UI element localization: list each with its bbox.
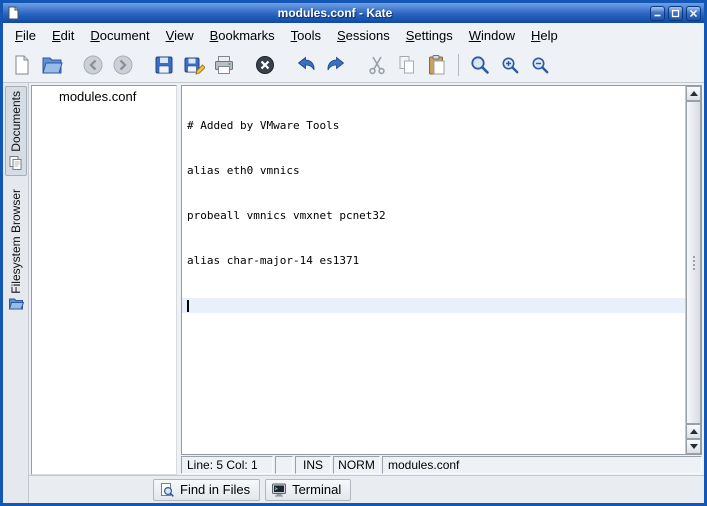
sidebar-tab-documents[interactable]: Documents [4, 86, 27, 176]
redo-arrow-icon [325, 54, 347, 76]
folder-icon [8, 296, 24, 312]
print-button[interactable] [210, 51, 238, 79]
status-modified-indicator [275, 456, 293, 474]
menu-settings[interactable]: Settings [399, 26, 460, 45]
arrow-up-icon [689, 91, 698, 96]
copy-button[interactable] [393, 51, 421, 79]
arrow-up-icon [689, 429, 698, 434]
redo-button[interactable] [322, 51, 350, 79]
magnifier-icon [469, 54, 491, 76]
forward-button[interactable] [109, 51, 137, 79]
status-filename: modules.conf [382, 456, 702, 474]
window-controls [650, 5, 701, 21]
save-button[interactable] [150, 51, 178, 79]
copy-pages-icon [396, 54, 418, 76]
content-row: modules.conf # Added by VMware Tools ali… [29, 83, 704, 475]
scrollbar-thumb[interactable] [686, 101, 701, 424]
document-list-item[interactable]: modules.conf [32, 86, 176, 107]
documents-icon [8, 155, 24, 171]
close-document-button[interactable] [251, 51, 279, 79]
kate-app-icon [6, 6, 20, 20]
printer-icon [213, 54, 235, 76]
magnifier-plus-icon [499, 54, 521, 76]
tab-find-in-files[interactable]: Find in Files [153, 478, 261, 501]
editor-frame: # Added by VMware Tools alias eth0 vmnic… [181, 85, 702, 455]
close-button[interactable] [686, 5, 701, 21]
menu-document[interactable]: Document [83, 26, 156, 45]
status-selection-mode: NORM [333, 456, 380, 474]
magnifier-minus-icon [529, 54, 551, 76]
menu-window[interactable]: Window [462, 26, 522, 45]
menu-edit[interactable]: Edit [45, 26, 81, 45]
open-button[interactable] [38, 51, 66, 79]
undo-button[interactable] [292, 51, 320, 79]
toolbar-separator [458, 54, 459, 76]
scroll-up-button-bottom[interactable] [686, 424, 701, 439]
scroll-up-button[interactable] [686, 86, 701, 101]
back-button[interactable] [79, 51, 107, 79]
save-as-button[interactable] [180, 51, 208, 79]
editor-line: alias char-major-14 es1371 [187, 254, 360, 267]
statusbar: Line: 5 Col: 1 INS NORM modules.conf [181, 455, 702, 475]
window-title: modules.conf - Kate [277, 6, 393, 20]
sidebar-tab-label: Filesystem Browser [8, 188, 23, 294]
sidebar-tab-filesystem-browser[interactable]: Filesystem Browser [5, 184, 27, 318]
zoom-in-button[interactable] [496, 51, 524, 79]
save-as-floppy-pencil-icon [183, 54, 205, 76]
menubar: File Edit Document View Bookmarks Tools … [3, 23, 704, 48]
toolbar [3, 48, 704, 83]
bottom-tool-tabs: Find in Files Terminal [29, 475, 704, 503]
find-button[interactable] [466, 51, 494, 79]
open-folder-icon [41, 54, 63, 76]
document-list: modules.conf [31, 85, 177, 475]
cut-button[interactable] [363, 51, 391, 79]
save-floppy-icon [153, 54, 175, 76]
text-cursor [187, 300, 189, 312]
menu-bookmarks[interactable]: Bookmarks [203, 26, 282, 45]
undo-arrow-icon [295, 54, 317, 76]
scrollbar-track[interactable] [686, 101, 701, 424]
maximize-button[interactable] [668, 5, 683, 21]
forward-arrow-icon [112, 54, 134, 76]
minimize-button[interactable] [650, 5, 665, 21]
find-in-files-icon [159, 482, 175, 498]
scissors-icon [366, 54, 388, 76]
tool-view-sidebar: Documents Filesystem Browser [3, 83, 29, 503]
main-area: Documents Filesystem Browser modules.con… [3, 83, 704, 503]
paste-button[interactable] [423, 51, 451, 79]
editor-line: probeall vmnics vmxnet pcnet32 [187, 209, 386, 222]
scroll-down-button[interactable] [686, 439, 701, 454]
editor-column: # Added by VMware Tools alias eth0 vmnic… [181, 85, 702, 475]
menu-view[interactable]: View [159, 26, 201, 45]
status-line-col: Line: 5 Col: 1 [181, 456, 273, 474]
arrow-down-icon [689, 444, 698, 449]
new-document-icon [11, 54, 33, 76]
tab-label: Terminal [292, 482, 342, 497]
menu-help[interactable]: Help [524, 26, 565, 45]
vertical-scrollbar[interactable] [685, 86, 701, 454]
menu-tools[interactable]: Tools [284, 26, 328, 45]
sidebar-tab-label: Documents [8, 91, 23, 152]
new-document-button[interactable] [8, 51, 36, 79]
titlebar[interactable]: modules.conf - Kate [3, 3, 704, 23]
back-arrow-icon [82, 54, 104, 76]
tab-terminal[interactable]: Terminal [265, 478, 352, 501]
editor-current-line [182, 298, 685, 313]
kate-window: modules.conf - Kate File Edit Document V… [0, 0, 707, 506]
menu-sessions[interactable]: Sessions [330, 26, 397, 45]
editor-line: alias eth0 vmnics [187, 164, 300, 177]
text-editor[interactable]: # Added by VMware Tools alias eth0 vmnic… [182, 86, 685, 454]
tab-label: Find in Files [180, 482, 251, 497]
content-column: modules.conf # Added by VMware Tools ali… [29, 83, 704, 503]
zoom-out-button[interactable] [526, 51, 554, 79]
menu-file[interactable]: File [8, 26, 43, 45]
clipboard-icon [426, 54, 448, 76]
terminal-icon [271, 482, 287, 498]
editor-line: # Added by VMware Tools [187, 119, 340, 132]
close-circle-icon [254, 54, 276, 76]
status-insert-mode: INS [295, 456, 331, 474]
